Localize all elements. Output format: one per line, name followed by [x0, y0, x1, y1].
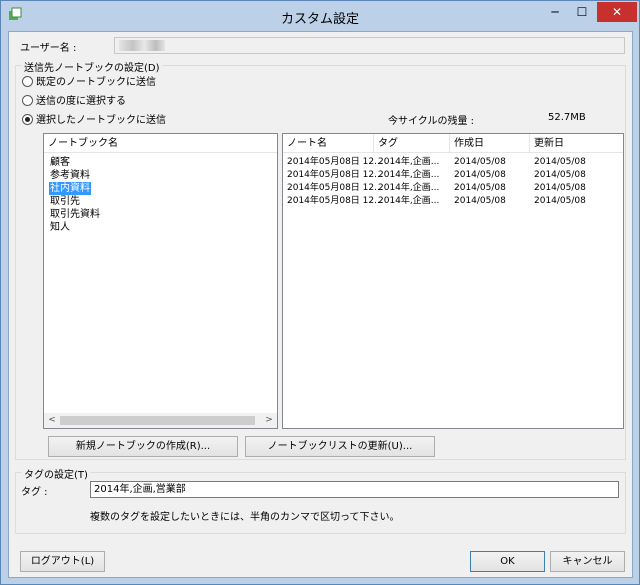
destination-group: 送信先ノートブックの設定(D) 既定のノートブックに送信 送信の度に選択する 選…: [15, 59, 626, 460]
dialog-client: ユーザー名 : 送信先ノートブックの設定(D) 既定のノートブックに送信 送信の…: [8, 31, 633, 578]
updated-date-cell: 2014/05/08: [534, 183, 586, 193]
minimize-button[interactable]: ─: [542, 2, 568, 22]
user-name-field: [114, 37, 625, 54]
logout-button[interactable]: ログアウト(L): [20, 551, 105, 572]
note-name-cell: 2014年05月08日 12...: [287, 157, 383, 167]
note-name-header[interactable]: ノート名: [283, 134, 374, 153]
updated-date-cell: 2014/05/08: [534, 196, 586, 206]
quota-value: 52.7MB: [548, 112, 586, 123]
notebook-item[interactable]: 参考資料: [49, 169, 91, 182]
user-name-label: ユーザー名 :: [20, 43, 77, 54]
note-list[interactable]: ノート名 タグ 作成日 更新日 2014年05月08日 12... 2014年,…: [282, 133, 624, 429]
radio-select-each-time[interactable]: 送信の度に選択する: [22, 92, 126, 107]
tag-cell: 2014年,企画...: [378, 183, 440, 193]
created-date-cell: 2014/05/08: [454, 196, 506, 206]
radio-default-notebook[interactable]: 既定のノートブックに送信: [22, 73, 156, 88]
quota-label: 今サイクルの残量 :: [388, 116, 475, 127]
notebook-list[interactable]: ノートブック名 顧客 参考資料 社内資料 取引先 取引先資料 知人 < >: [43, 133, 278, 429]
created-date-cell: 2014/05/08: [454, 170, 506, 180]
note-name-cell: 2014年05月08日 12...: [287, 170, 383, 180]
radio-button-selected-icon: [22, 114, 33, 125]
created-date-cell: 2014/05/08: [454, 183, 506, 193]
radio-button-icon: [22, 95, 33, 106]
notebook-list-header-row: ノートブック名: [44, 134, 277, 153]
custom-settings-window: カスタム設定 ─ ☐ ✕ ユーザー名 : 送信先ノートブックの設定(D) 既定の…: [0, 0, 640, 585]
scroll-right-icon[interactable]: >: [262, 414, 276, 427]
updated-date-cell: 2014/05/08: [534, 157, 586, 167]
radio-button-icon: [22, 76, 33, 87]
tag-header[interactable]: タグ: [374, 134, 450, 153]
updated-date-header[interactable]: 更新日: [530, 134, 623, 153]
note-list-header-row: ノート名 タグ 作成日 更新日: [283, 134, 623, 153]
ok-button[interactable]: OK: [470, 551, 545, 572]
tag-cell: 2014年,企画...: [378, 170, 440, 180]
maximize-button[interactable]: ☐: [569, 2, 595, 22]
notebook-item[interactable]: 顧客: [49, 156, 71, 169]
notebook-item-selected[interactable]: 社内資料: [49, 182, 91, 195]
tag-settings-group-title: タグの設定(T): [22, 466, 90, 481]
radio-selected-notebook[interactable]: 選択したノートブックに送信: [22, 111, 166, 126]
tag-hint-text: 複数のタグを設定したいときには、半角のカンマで区切って下さい。: [90, 512, 400, 523]
note-name-cell: 2014年05月08日 12...: [287, 196, 383, 206]
radio-label: 既定のノートブックに送信: [36, 77, 156, 88]
scroll-left-icon[interactable]: <: [45, 414, 59, 427]
new-notebook-button[interactable]: 新規ノートブックの作成(R)...: [48, 436, 238, 457]
note-name-cell: 2014年05月08日 12...: [287, 183, 383, 193]
notebook-item[interactable]: 取引先: [49, 195, 81, 208]
redacted-user-name: [119, 40, 165, 51]
updated-date-cell: 2014/05/08: [534, 170, 586, 180]
tag-input[interactable]: 2014年,企画,営業部: [90, 481, 619, 498]
refresh-notebook-list-button[interactable]: ノートブックリストの更新(U)...: [245, 436, 435, 457]
tag-label: タグ :: [21, 487, 48, 498]
radio-label: 送信の度に選択する: [36, 96, 126, 107]
notebook-item[interactable]: 知人: [49, 221, 71, 234]
tag-cell: 2014年,企画...: [378, 157, 440, 167]
destination-group-title: 送信先ノートブックの設定(D): [22, 59, 162, 74]
title-bar[interactable]: カスタム設定 ─ ☐ ✕: [1, 1, 639, 31]
close-button[interactable]: ✕: [597, 2, 637, 22]
radio-label: 選択したノートブックに送信: [36, 115, 166, 126]
notebook-item[interactable]: 取引先資料: [49, 208, 101, 221]
tag-cell: 2014年,企画...: [378, 196, 440, 206]
scroll-thumb[interactable]: [60, 416, 255, 425]
horizontal-scrollbar[interactable]: < >: [44, 413, 277, 428]
created-date-header[interactable]: 作成日: [450, 134, 530, 153]
cancel-button[interactable]: キャンセル: [550, 551, 625, 572]
notebook-name-header[interactable]: ノートブック名: [44, 134, 277, 153]
created-date-cell: 2014/05/08: [454, 157, 506, 167]
